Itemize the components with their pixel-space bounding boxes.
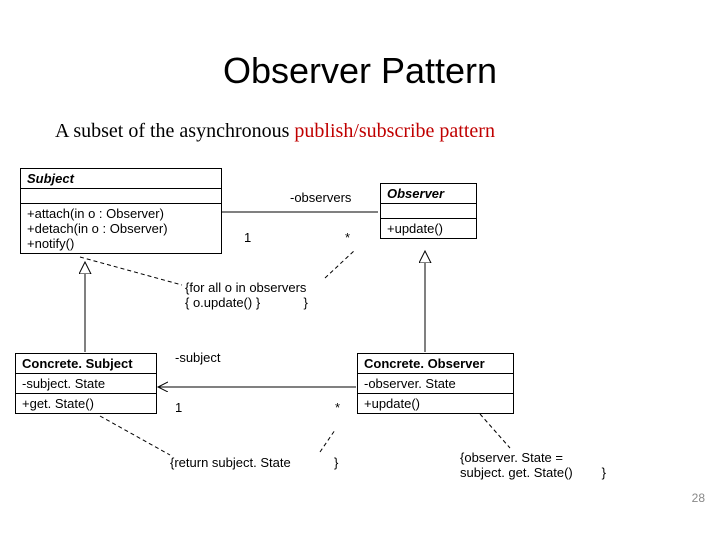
- page-subtitle: A subset of the asynchronous publish/sub…: [55, 120, 495, 143]
- class-subject-name: Subject: [21, 169, 221, 189]
- page-title: Observer Pattern: [0, 50, 720, 92]
- subtitle-emphasis: publish/subscribe pattern: [294, 120, 495, 142]
- assoc-subject-mult-left: 1: [175, 400, 182, 415]
- class-concrete-subject-ops: +get. State(): [16, 394, 156, 413]
- class-concrete-observer-name: Concrete. Observer: [358, 354, 513, 374]
- subtitle-prefix: A subset of the asynchronous: [55, 120, 294, 142]
- assoc-observers-mult-right: *: [345, 230, 350, 245]
- class-observer-attrs: [381, 204, 476, 219]
- class-concrete-subject-name: Concrete. Subject: [16, 354, 156, 374]
- assoc-observers-label: -observers: [290, 190, 351, 205]
- assoc-subject-label: -subject: [175, 350, 221, 365]
- class-concrete-subject-attrs: -subject. State: [16, 374, 156, 394]
- class-concrete-observer: Concrete. Observer -observer. State +upd…: [357, 353, 514, 414]
- class-concrete-subject: Concrete. Subject -subject. State +get. …: [15, 353, 157, 414]
- note-update: {observer. State = subject. get. State()…: [460, 450, 606, 480]
- class-concrete-observer-ops: +update(): [358, 394, 513, 413]
- class-subject-attrs: [21, 189, 221, 204]
- class-observer-name: Observer: [381, 184, 476, 204]
- class-observer-ops: +update(): [381, 219, 476, 238]
- class-observer: Observer +update(): [380, 183, 477, 239]
- class-subject: Subject +attach(in o : Observer) +detach…: [20, 168, 222, 254]
- note-notify: {for all o in observers { o.update() } }: [185, 280, 308, 310]
- note-getstate: {return subject. State }: [170, 455, 338, 470]
- class-concrete-observer-attrs: -observer. State: [358, 374, 513, 394]
- assoc-subject-mult-right: *: [335, 400, 340, 415]
- assoc-observers-mult-left: 1: [244, 230, 251, 245]
- page-number: 28: [692, 491, 705, 505]
- class-subject-ops: +attach(in o : Observer) +detach(in o : …: [21, 204, 221, 253]
